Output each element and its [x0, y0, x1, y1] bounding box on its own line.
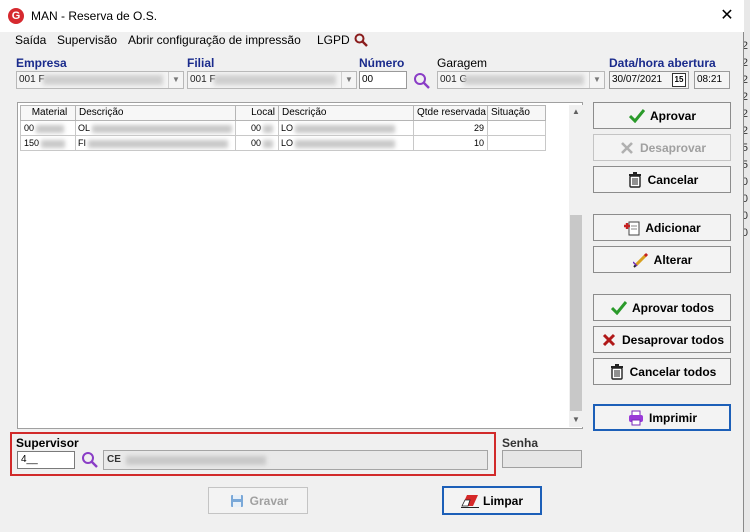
gravar-button[interactable]: Gravar	[208, 487, 308, 514]
senha-label: Senha	[502, 436, 539, 450]
table-row-cell-qtde[interactable]: 29	[413, 121, 488, 136]
cancelar-button[interactable]: Cancelar	[593, 166, 731, 193]
empresa-label: Empresa	[16, 56, 67, 70]
window-title: MAN - Reserva de O.S.	[31, 9, 158, 23]
chevron-down-icon[interactable]: ▼	[168, 72, 183, 88]
materials-grid[interactable]: Material Descrição Local Descrição Qtde …	[17, 102, 583, 429]
table-row-cell-material[interactable]: 00	[20, 121, 76, 136]
calendar-icon[interactable]: 15	[672, 73, 686, 87]
hora-abertura-value: 08:21	[697, 74, 723, 85]
scroll-up-icon[interactable]: ▲	[569, 105, 583, 119]
data-hora-abertura-label: Data/hora abertura	[609, 56, 716, 70]
save-disk-icon	[228, 492, 246, 510]
scrollbar-thumb[interactable]	[570, 215, 582, 411]
chevron-down-icon[interactable]: ▼	[589, 72, 604, 88]
chevron-down-icon[interactable]: ▼	[341, 72, 356, 88]
table-row-cell-material[interactable]: 150	[20, 136, 76, 151]
eraser-icon	[460, 492, 479, 510]
alterar-label: Alterar	[653, 252, 693, 267]
data-abertura-input[interactable]: 30/07/2021 15	[609, 71, 689, 89]
add-document-icon	[623, 219, 641, 237]
search-icon[interactable]	[354, 33, 368, 47]
senha-input[interactable]	[502, 450, 582, 468]
column-header-local[interactable]: Local	[235, 105, 279, 121]
table-row-cell-situacao[interactable]	[487, 121, 546, 136]
supervisor-search-icon[interactable]	[81, 451, 99, 469]
garagem-select[interactable]: 001 G ▼	[437, 71, 605, 89]
desaprovar-label: Desaprovar	[639, 140, 707, 155]
filial-select[interactable]: 001 F ▼	[187, 71, 357, 89]
supervisor-name-field: CE	[103, 450, 488, 470]
trash-icon	[608, 363, 626, 381]
supervisor-name-value: CE	[107, 454, 121, 465]
imprimir-button[interactable]: Imprimir	[593, 404, 731, 431]
column-header-material[interactable]: Material	[20, 105, 76, 121]
title-bar: G MAN - Reserva de O.S. ✕	[0, 0, 744, 32]
table-row-cell-local[interactable]: 00	[235, 121, 279, 136]
cancelar-label: Cancelar	[647, 172, 699, 187]
desaprovar-button[interactable]: Desaprovar	[593, 134, 731, 161]
app-logo-icon: G	[8, 8, 24, 24]
check-icon	[610, 299, 628, 317]
trash-icon	[626, 171, 644, 189]
numero-label: Número	[359, 56, 405, 70]
filial-value: 001 F	[190, 74, 216, 85]
column-header-descricao-local[interactable]: Descrição	[278, 105, 414, 121]
table-row-cell-descricao[interactable]: OL	[75, 121, 236, 136]
adicionar-label: Adicionar	[645, 220, 701, 235]
supervisor-label: Supervisor	[16, 436, 79, 450]
cancelar-todos-button[interactable]: Cancelar todos	[593, 358, 731, 385]
column-header-situacao[interactable]: Situação	[487, 105, 546, 121]
supervisor-code-input[interactable]: 4__	[17, 451, 75, 469]
table-row-cell-descricao[interactable]: FI	[75, 136, 236, 151]
empresa-select[interactable]: 001 F ▼	[16, 71, 184, 89]
close-button[interactable]: ✕	[716, 6, 738, 26]
column-header-qtde-reservada[interactable]: Qtde reservada	[413, 105, 488, 121]
numero-search-icon[interactable]	[413, 72, 431, 90]
column-header-descricao[interactable]: Descrição	[75, 105, 236, 121]
table-row-cell-descricao-local[interactable]: LO	[278, 121, 414, 136]
table-row-cell-descricao-local[interactable]: LO	[278, 136, 414, 151]
aprovar-todos-label: Aprovar todos	[631, 300, 714, 315]
menu-saida[interactable]: Saída	[15, 33, 46, 47]
aprovar-label: Aprovar	[649, 108, 696, 123]
adicionar-button[interactable]: Adicionar	[593, 214, 731, 241]
numero-value: 00	[362, 74, 374, 85]
redacted-text	[126, 456, 266, 465]
scroll-down-icon[interactable]: ▼	[569, 413, 583, 427]
hora-abertura-input[interactable]: 08:21	[694, 71, 730, 89]
table-row-cell-local[interactable]: 00	[235, 136, 279, 151]
limpar-button[interactable]: Limpar	[442, 486, 542, 515]
x-icon	[600, 331, 618, 349]
menu-abrir-configuracao-impressao[interactable]: Abrir configuração de impressão	[128, 33, 301, 47]
grid-vertical-scrollbar[interactable]: ▲ ▼	[569, 105, 583, 427]
reserva-os-window: G MAN - Reserva de O.S. ✕ Saída Supervis…	[0, 0, 744, 532]
table-row-cell-situacao[interactable]	[487, 136, 546, 151]
aprovar-todos-button[interactable]: Aprovar todos	[593, 294, 731, 321]
empresa-value: 001 F	[19, 74, 45, 85]
menu-lgpd[interactable]: LGPD	[317, 33, 350, 47]
desaprovar-todos-label: Desaprovar todos	[621, 332, 725, 347]
aprovar-button[interactable]: Aprovar	[593, 102, 731, 129]
x-icon	[618, 139, 636, 157]
edit-pencil-icon	[632, 251, 650, 269]
menu-bar: Saída Supervisão Abrir configuração de i…	[0, 32, 744, 50]
alterar-button[interactable]: Alterar	[593, 246, 731, 273]
imprimir-label: Imprimir	[648, 410, 697, 425]
data-abertura-value: 30/07/2021	[612, 74, 663, 85]
redacted-text	[43, 75, 163, 85]
printer-icon	[627, 409, 645, 427]
gravar-label: Gravar	[249, 493, 289, 508]
numero-input[interactable]: 00	[359, 71, 407, 89]
cancelar-todos-label: Cancelar todos	[629, 364, 717, 379]
desaprovar-todos-button[interactable]: Desaprovar todos	[593, 326, 731, 353]
redacted-text	[464, 75, 584, 85]
table-row-cell-qtde[interactable]: 10	[413, 136, 488, 151]
limpar-label: Limpar	[482, 493, 523, 508]
garagem-label: Garagem	[437, 56, 488, 70]
redacted-text	[214, 75, 336, 85]
filial-label: Filial	[187, 56, 215, 70]
menu-supervisao[interactable]: Supervisão	[57, 33, 117, 47]
check-icon	[628, 107, 646, 125]
